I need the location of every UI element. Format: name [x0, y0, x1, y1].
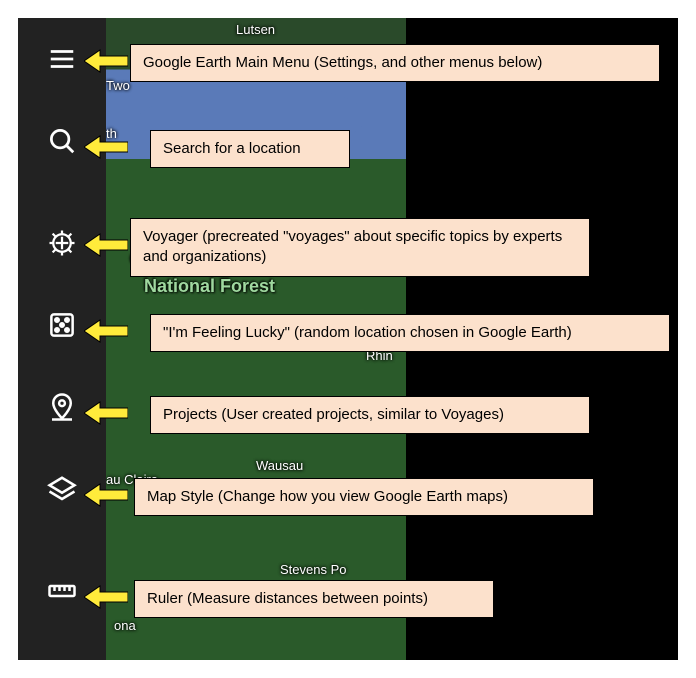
app-frame: Lutsen Two th C National Forest Rhin au … [18, 18, 678, 660]
menu-icon [47, 44, 77, 74]
callout-projects: Projects (User created projects, similar… [150, 396, 590, 434]
map-label-lutsen: Lutsen [236, 22, 275, 37]
map-label-forest: National Forest [144, 276, 275, 297]
arrow-lucky [84, 318, 128, 344]
map-label-ona: ona [114, 618, 136, 633]
arrow-projects [84, 400, 128, 426]
dice-icon [47, 310, 77, 340]
callout-lucky: "I'm Feeling Lucky" (random location cho… [150, 314, 670, 352]
search-icon [47, 126, 77, 156]
callout-voyager: Voyager (precreated "voyages" about spec… [130, 218, 590, 277]
arrow-voyager [84, 232, 128, 258]
map-label-two: Two [106, 78, 130, 93]
callout-ruler: Ruler (Measure distances between points) [134, 580, 494, 618]
callout-mapstyle: Map Style (Change how you view Google Ea… [134, 478, 594, 516]
map-label-wausau: Wausau [256, 458, 303, 473]
callout-search: Search for a location [150, 130, 350, 168]
voyager-icon [47, 228, 77, 258]
arrow-ruler [84, 584, 128, 610]
ruler-icon [47, 576, 77, 606]
layers-icon [47, 474, 77, 504]
arrow-mapstyle [84, 482, 128, 508]
callout-menu: Google Earth Main Menu (Settings, and ot… [130, 44, 660, 82]
arrow-menu [84, 48, 128, 74]
arrow-search [84, 134, 128, 160]
map-label-stevenspo: Stevens Po [280, 562, 347, 577]
pin-icon [47, 392, 77, 422]
